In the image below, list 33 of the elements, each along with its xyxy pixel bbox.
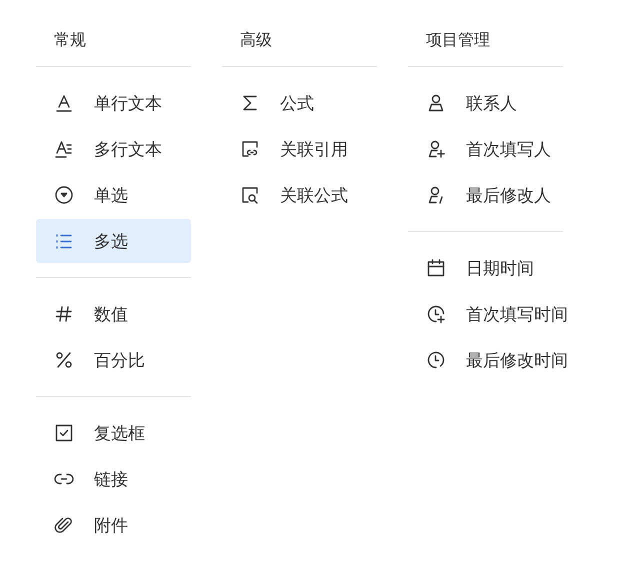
calendar-icon — [426, 258, 446, 278]
column-heading: 常规 — [36, 26, 191, 67]
letter-icon — [54, 93, 74, 113]
percent-icon — [54, 350, 74, 370]
clock-icon — [426, 350, 446, 370]
menu-item[interactable]: 最后修改人 — [408, 173, 563, 217]
menu-item[interactable]: 附件 — [36, 503, 191, 547]
person-plus-icon — [426, 139, 446, 159]
menu-item[interactable]: 链接 — [36, 457, 191, 501]
frame-search-icon — [240, 185, 260, 205]
menu-item[interactable]: 关联引用 — [222, 127, 377, 171]
paperclip-icon — [54, 515, 74, 535]
clock-plus-icon — [426, 304, 446, 324]
column-heading: 高级 — [222, 26, 377, 67]
dropdown-circle-icon — [54, 185, 74, 205]
menu-item[interactable]: 复选框 — [36, 411, 191, 455]
menu-item[interactable]: 联系人 — [408, 81, 563, 125]
checkbox-icon — [54, 423, 74, 443]
menu-item[interactable]: 日期时间 — [408, 246, 563, 290]
menu-item[interactable]: 单行文本 — [36, 81, 191, 125]
menu-item[interactable]: 关联公式 — [222, 173, 377, 217]
person-icon — [426, 93, 446, 113]
frame-link-icon — [240, 139, 260, 159]
column-heading: 项目管理 — [408, 26, 563, 67]
menu-item[interactable]: 数值 — [36, 292, 191, 336]
menu-item[interactable]: 多选 — [36, 219, 191, 263]
letter-lines-icon — [54, 139, 74, 159]
hash-icon — [54, 304, 74, 324]
menu-item[interactable]: 单选 — [36, 173, 191, 217]
menu-item[interactable]: 多行文本 — [36, 127, 191, 171]
menu-item[interactable]: 首次填写人 — [408, 127, 563, 171]
menu-item[interactable]: 公式 — [222, 81, 377, 125]
menu-item[interactable]: 百分比 — [36, 338, 191, 382]
